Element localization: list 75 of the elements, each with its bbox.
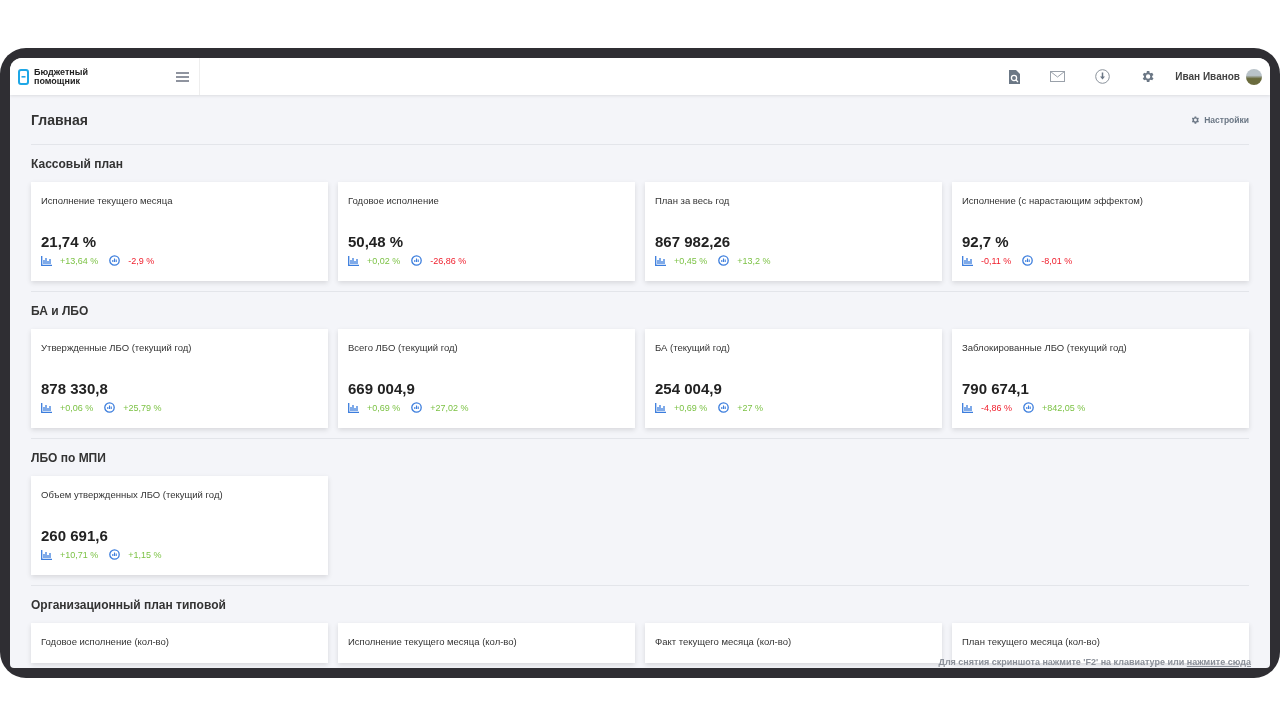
circle-chart-icon [1023,402,1035,413]
card-label: Объем утвержденных ЛБО (текущий год) [41,489,224,502]
bar-chart-icon [348,402,359,413]
change-percent: -4,86 % [981,402,1013,413]
bar-chart-icon [41,402,52,413]
section-title: Организационный план типовой [31,597,227,614]
page-title: Главная [31,111,88,128]
card-label: БА (текущий год) [655,342,731,355]
card-label: Факт текущего месяца (кол-во) [655,636,793,647]
settings-link[interactable]: Настройки [1190,114,1249,125]
bar-chart-icon [962,402,973,413]
circle-chart-icon [411,255,423,266]
app-logo-text: Бюджетный помощник [34,67,89,86]
settings-icon[interactable] [1140,69,1156,84]
circle-chart-icon [1022,255,1034,266]
card-label: Годовое исполнение (кол-во) [41,636,170,647]
download-icon[interactable] [1095,69,1111,84]
metric-value: 50,48 % [348,233,405,250]
change-percent: +0,69 % [674,402,708,413]
user-name[interactable]: Иван Иванов [1175,71,1240,82]
bar-chart-icon [962,255,973,266]
change-percent: +0,69 % [367,402,401,413]
change-percent: -8,01 % [1041,255,1073,266]
circle-chart-icon [718,255,730,266]
change-percent: -26,86 % [430,255,467,266]
circle-chart-icon [718,402,730,413]
card-label: Исполнение текущего месяца (кол-во) [348,636,518,647]
change-percent: +0,02 % [367,255,401,266]
card-label: Всего ЛБО (текущий год) [348,342,459,355]
document-search-icon[interactable] [1008,69,1021,84]
gear-icon [1190,114,1201,125]
hint-link[interactable]: нажмите сюда [1186,657,1251,667]
card-label: Годовое исполнение [348,195,440,208]
bar-chart-icon [348,255,359,266]
metric-value: 260 691,6 [41,527,109,544]
bar-chart-icon [41,549,52,560]
metric-value: 867 982,26 [655,233,732,250]
metric-value: 790 674,1 [962,380,1030,397]
section-title: Кассовый план [31,156,124,173]
circle-chart-icon [109,549,121,560]
change-percent: +13,2 % [737,255,771,266]
change-percent: +0,45 % [674,255,708,266]
change-percent: +1,15 % [128,549,162,560]
change-percent: -0,11 % [981,255,1012,266]
card-label: План текущего месяца (кол-во) [962,636,1101,647]
mail-icon[interactable] [1050,71,1066,82]
screenshot-hint: Для снятия скриншота нажмите 'F2' на клавиатуре или нажмите сюда [938,657,1251,667]
change-percent: +842,05 % [1042,402,1086,413]
change-percent: +27 % [737,402,764,413]
card-label: Исполнение текущего месяца [41,195,174,208]
section-title: БА и ЛБО [31,303,90,320]
metric-value: 669 004,9 [348,380,416,397]
bar-chart-icon [655,402,666,413]
change-percent: +27,02 % [430,402,469,413]
metric-value: 21,74 % [41,233,98,250]
circle-chart-icon [104,402,116,413]
avatar[interactable] [1246,68,1262,85]
bar-chart-icon [655,255,666,266]
card-label: План за весь год [655,195,731,208]
metric-value: 878 330,8 [41,380,109,397]
change-percent: +13,64 % [60,255,99,266]
circle-chart-icon [109,255,121,266]
change-percent: -2,9 % [128,255,155,266]
change-percent: +0,06 % [60,402,94,413]
change-percent: +10,71 % [60,549,99,560]
circle-chart-icon [411,402,423,413]
section-title: ЛБО по МПИ [31,450,107,467]
card-label: Утвержденные ЛБО (текущий год) [41,342,193,355]
card-label: Заблокированные ЛБО (текущий год) [962,342,1128,355]
bar-chart-icon [41,255,52,266]
metric-value: 254 004,9 [655,380,723,397]
metric-value: 92,7 % [962,233,1010,250]
change-percent: +25,79 % [123,402,162,413]
logo-icon [18,68,29,85]
card-label: Исполнение (с нарастающим эффектом) [962,195,1144,208]
